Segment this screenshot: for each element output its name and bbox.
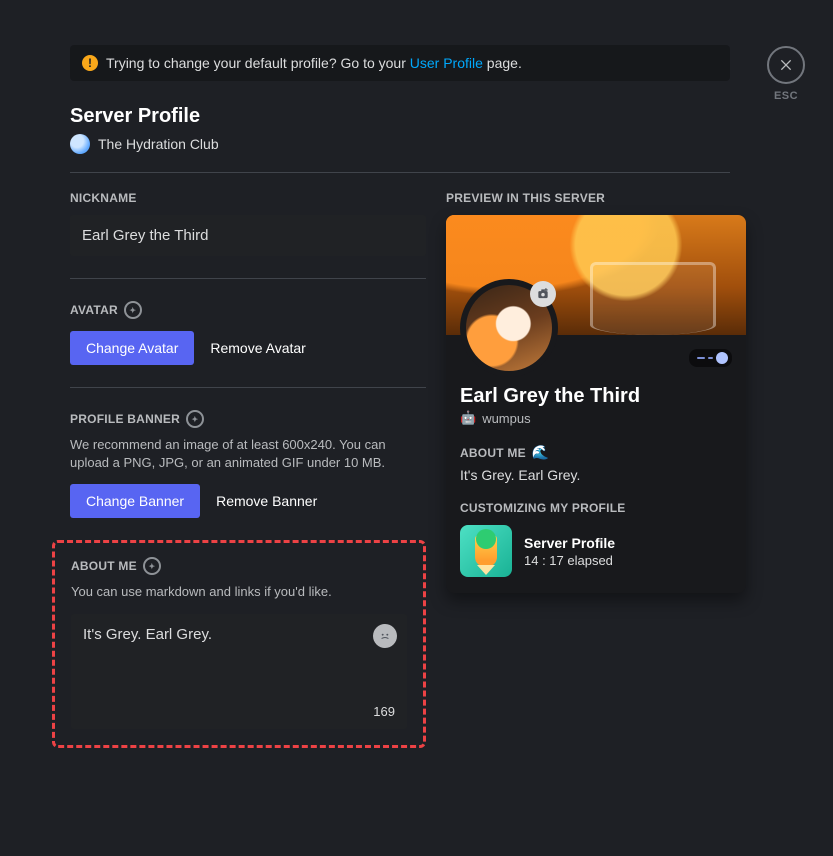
upload-avatar-icon[interactable] [530,281,556,307]
activity-icon [460,525,512,577]
notice-text: Trying to change your default profile? G… [106,55,522,71]
change-banner-button[interactable]: Change Banner [70,484,200,518]
avatar-preview[interactable] [460,279,558,377]
about-me-highlighted-section: ABOUT ME ✦ You can use markdown and link… [52,540,426,747]
profile-preview-card: Earl Grey the Third 🤖 wumpus ABOUT ME 🌊 … [446,215,746,593]
close-button[interactable] [767,46,805,84]
nickname-input[interactable] [70,215,426,256]
avatar-label: AVATAR ✦ [70,301,426,319]
server-name: The Hydration Club [98,136,219,152]
preview-activity-heading: CUSTOMIZING MY PROFILE [460,501,732,515]
nitro-indicator-icon: ✦ [124,301,142,319]
about-me-label: ABOUT ME ✦ [71,557,407,575]
divider [70,172,730,173]
water-icon: 🌊 [532,444,550,461]
change-avatar-button[interactable]: Change Avatar [70,331,194,365]
nitro-indicator-icon: ✦ [186,410,204,428]
activity-title: Server Profile [524,535,615,551]
about-me-value: It's Grey. Earl Grey. [83,626,212,643]
nitro-badge-icon [689,349,732,367]
banner-label: PROFILE BANNER ✦ [70,410,426,428]
remove-banner-button[interactable]: Remove Banner [216,484,317,518]
preview-heading: PREVIEW IN THIS SERVER [446,191,746,205]
about-me-char-count: 169 [373,704,395,719]
preview-about-text: It's Grey. Earl Grey. [460,467,732,483]
esc-label: ESC [767,90,805,102]
server-indicator: The Hydration Club [70,134,730,154]
preview-display-name: Earl Grey the Third [460,385,732,408]
emoji-picker-icon[interactable] [373,624,397,648]
page-title: Server Profile [70,105,730,128]
server-icon [70,134,90,154]
about-me-help-text: You can use markdown and links if you'd … [71,583,407,601]
remove-avatar-button[interactable]: Remove Avatar [210,331,305,365]
banner-help-text: We recommend an image of at least 600x24… [70,436,426,472]
default-profile-notice: ! Trying to change your default profile?… [70,45,730,81]
preview-username: 🤖 wumpus [460,410,732,426]
about-me-input[interactable]: It's Grey. Earl Grey. 169 [71,614,407,729]
nitro-indicator-icon: ✦ [143,557,161,575]
nickname-label: NICKNAME [70,191,426,205]
activity-elapsed-time: 14 : 17 elapsed [524,553,615,568]
warning-icon: ! [82,55,98,71]
robot-icon: 🤖 [460,410,476,426]
preview-about-heading: ABOUT ME 🌊 [460,444,732,461]
profile-banner-preview[interactable] [446,215,746,335]
user-profile-link[interactable]: User Profile [410,55,483,71]
